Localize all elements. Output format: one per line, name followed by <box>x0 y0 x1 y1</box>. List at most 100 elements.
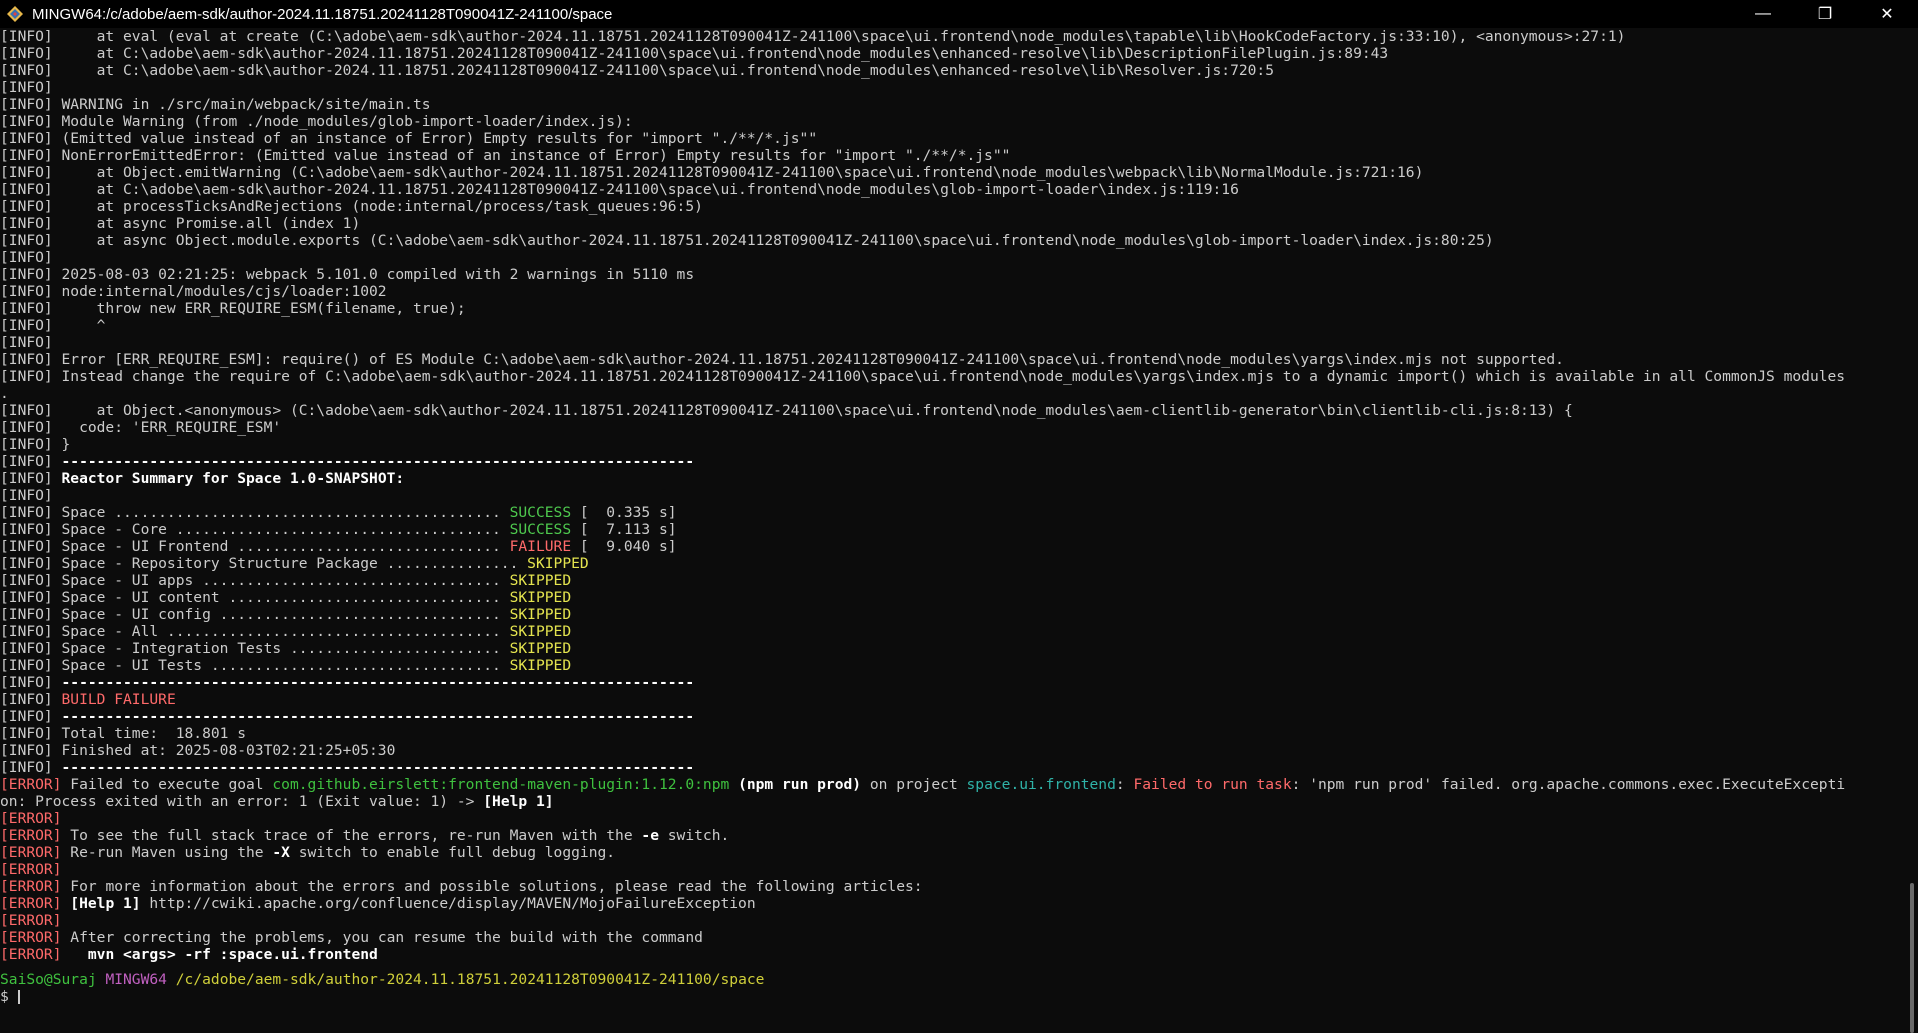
window-titlebar: MINGW64:/c/adobe/aem-sdk/author-2024.11.… <box>0 0 1918 28</box>
terminal-line: [ERROR] <box>0 861 1900 878</box>
scrollbar[interactable] <box>1900 28 1918 1033</box>
log-text: [INFO] Space - Repository Structure Pack… <box>0 555 528 572</box>
terminal-line: . <box>0 385 1900 402</box>
maximize-button[interactable]: ❐ <box>1794 0 1856 28</box>
log-text: SKIPPED <box>509 606 572 623</box>
log-text: [ 7.113 s] <box>571 521 677 538</box>
log-text: [INFO] at async Promise.all (index 1) <box>0 215 361 232</box>
log-text: SKIPPED <box>527 555 589 572</box>
log-text: [INFO] at Object.<anonymous> (C:\adobe\a… <box>0 402 1573 419</box>
close-button[interactable]: ✕ <box>1856 0 1918 28</box>
terminal-line: [INFO] Space - UI config ...............… <box>0 606 1900 623</box>
log-text: -X <box>272 844 290 861</box>
terminal-line: [INFO] <box>0 249 1900 266</box>
terminal-line: [INFO] <box>0 79 1900 96</box>
log-text: [INFO] NonErrorEmittedError: (Emitted va… <box>0 147 1011 164</box>
log-text: [INFO] Finished at: 2025-08-03T02:21:25+… <box>0 742 396 759</box>
terminal-line: [ERROR] <box>0 912 1900 929</box>
minimize-button[interactable]: — <box>1732 0 1794 28</box>
terminal-line: [INFO] Total time: 18.801 s <box>0 725 1900 742</box>
terminal-line: [ERROR] For more information about the e… <box>0 878 1900 895</box>
log-text: [INFO] <box>0 487 53 504</box>
log-text: [INFO] at processTicksAndRejections (nod… <box>0 198 703 215</box>
terminal-line: [ERROR] After correcting the problems, y… <box>0 929 1900 946</box>
terminal-line: [INFO] at C:\adobe\aem-sdk\author-2024.1… <box>0 45 1900 62</box>
log-text: switch. <box>658 827 730 844</box>
terminal-line: [ERROR] [Help 1] http://cwiki.apache.org… <box>0 895 1900 912</box>
terminal-line: [INFO] BUILD FAILURE <box>0 691 1900 708</box>
log-text: ----------------------------------------… <box>61 759 695 776</box>
log-text: [INFO] Module Warning (from ./node_modul… <box>0 113 633 130</box>
log-text: Failed to execute goal <box>61 776 273 793</box>
log-text: [INFO] code: 'ERR_REQUIRE_ESM' <box>0 419 282 436</box>
log-text: [INFO] Error [ERR_REQUIRE_ESM]: require(… <box>0 351 1564 368</box>
log-text: SKIPPED <box>509 572 572 589</box>
log-text: [INFO] at Object.emitWarning (C:\adobe\a… <box>0 164 1424 181</box>
log-text: [Help 1] <box>61 895 141 912</box>
terminal-line: [INFO] Finished at: 2025-08-03T02:21:25+… <box>0 742 1900 759</box>
terminal-line: [ERROR] <box>0 810 1900 827</box>
terminal-line: [INFO] at Object.emitWarning (C:\adobe\a… <box>0 164 1900 181</box>
terminal-line: [INFO] at async Promise.all (index 1) <box>0 215 1900 232</box>
terminal-line: [ERROR] Re-run Maven using the -X switch… <box>0 844 1900 861</box>
log-text: (npm run prod) <box>729 776 862 793</box>
text-cursor <box>17 990 20 1004</box>
shell-prompt: SaiSo@Suraj MINGW64 /c/adobe/aem-sdk/aut… <box>0 971 1900 988</box>
prompt-symbol: $ <box>0 988 18 1005</box>
log-text: SUCCESS <box>509 521 572 538</box>
scrollbar-thumb[interactable] <box>1910 883 1914 1033</box>
log-text: [INFO] at eval (eval at create (C:\adobe… <box>0 28 1626 45</box>
terminal-line: [INFO] ^ <box>0 317 1900 334</box>
log-text: [INFO] <box>0 453 62 470</box>
log-text: [INFO] Space - UI Tests ................… <box>0 657 510 674</box>
log-text: BUILD FAILURE <box>61 691 176 708</box>
terminal-line: [INFO] at async Object.module.exports (C… <box>0 232 1900 249</box>
terminal-line: [INFO] Space ...........................… <box>0 504 1900 521</box>
log-text: [INFO] throw new ERR_REQUIRE_ESM(filenam… <box>0 300 466 317</box>
log-text: [INFO] Space - UI Frontend .............… <box>0 538 510 555</box>
terminal-line: [INFO] at C:\adobe\aem-sdk\author-2024.1… <box>0 181 1900 198</box>
terminal-line: [INFO] 2025-08-03 02:21:25: webpack 5.10… <box>0 266 1900 283</box>
terminal-line: [INFO] NonErrorEmittedError: (Emitted va… <box>0 147 1900 164</box>
terminal-line: [ERROR] To see the full stack trace of t… <box>0 827 1900 844</box>
terminal-line: [INFO] <box>0 487 1900 504</box>
terminal-line: [INFO] <box>0 334 1900 351</box>
log-text: FAILURE <box>509 538 572 555</box>
prompt-user: SaiSo@Suraj <box>0 971 97 988</box>
log-text: SKIPPED <box>509 640 572 657</box>
terminal-line: on: Process exited with an error: 1 (Exi… <box>0 793 1900 810</box>
terminal-line: [INFO] Space - Repository Structure Pack… <box>0 555 1900 572</box>
terminal-line: [ERROR] mvn <args> -rf :space.ui.fronten… <box>0 946 1900 963</box>
error-tag: [ERROR] <box>0 912 62 929</box>
terminal-line: [INFO] Space - Integration Tests .......… <box>0 640 1900 657</box>
log-text: SKIPPED <box>509 657 572 674</box>
log-text: [INFO] <box>0 674 62 691</box>
terminal-line: [ERROR] Failed to execute goal com.githu… <box>0 776 1900 793</box>
terminal-output[interactable]: [INFO] at eval (eval at create (C:\adobe… <box>0 28 1900 1008</box>
error-tag: [ERROR] <box>0 810 62 827</box>
log-text: [INFO] Space - Core ....................… <box>0 521 510 538</box>
command-input-line[interactable]: $ <box>0 988 1900 1005</box>
log-text: Re-run Maven using the <box>61 844 273 861</box>
log-text: [INFO] WARNING in ./src/main/webpack/sit… <box>0 96 431 113</box>
log-text: SKIPPED <box>509 623 572 640</box>
terminal-line: [INFO] ---------------------------------… <box>0 759 1900 776</box>
log-text: [Help 1] <box>483 793 554 810</box>
log-text: [INFO] at C:\adobe\aem-sdk\author-2024.1… <box>0 62 1274 79</box>
log-text: [INFO] <box>0 759 62 776</box>
log-text: space.ui.frontend <box>966 776 1116 793</box>
log-text: [INFO] at C:\adobe\aem-sdk\author-2024.1… <box>0 45 1389 62</box>
error-tag: [ERROR] <box>0 946 62 963</box>
log-text: : 'npm run prod' failed. org.apache.comm… <box>1291 776 1846 793</box>
log-text: on project <box>861 776 967 793</box>
log-text: [INFO] <box>0 470 62 487</box>
log-text: [INFO] 2025-08-03 02:21:25: webpack 5.10… <box>0 266 695 283</box>
log-text: ----------------------------------------… <box>61 674 695 691</box>
log-text: [INFO] Total time: 18.801 s <box>0 725 247 742</box>
log-text: ----------------------------------------… <box>61 453 695 470</box>
terminal-line: [INFO] Space - UI apps .................… <box>0 572 1900 589</box>
log-text: After correcting the problems, you can r… <box>61 929 703 946</box>
error-tag: [ERROR] <box>0 827 62 844</box>
log-text: [INFO] at async Object.module.exports (C… <box>0 232 1494 249</box>
log-text: [INFO] Space - All .....................… <box>0 623 510 640</box>
